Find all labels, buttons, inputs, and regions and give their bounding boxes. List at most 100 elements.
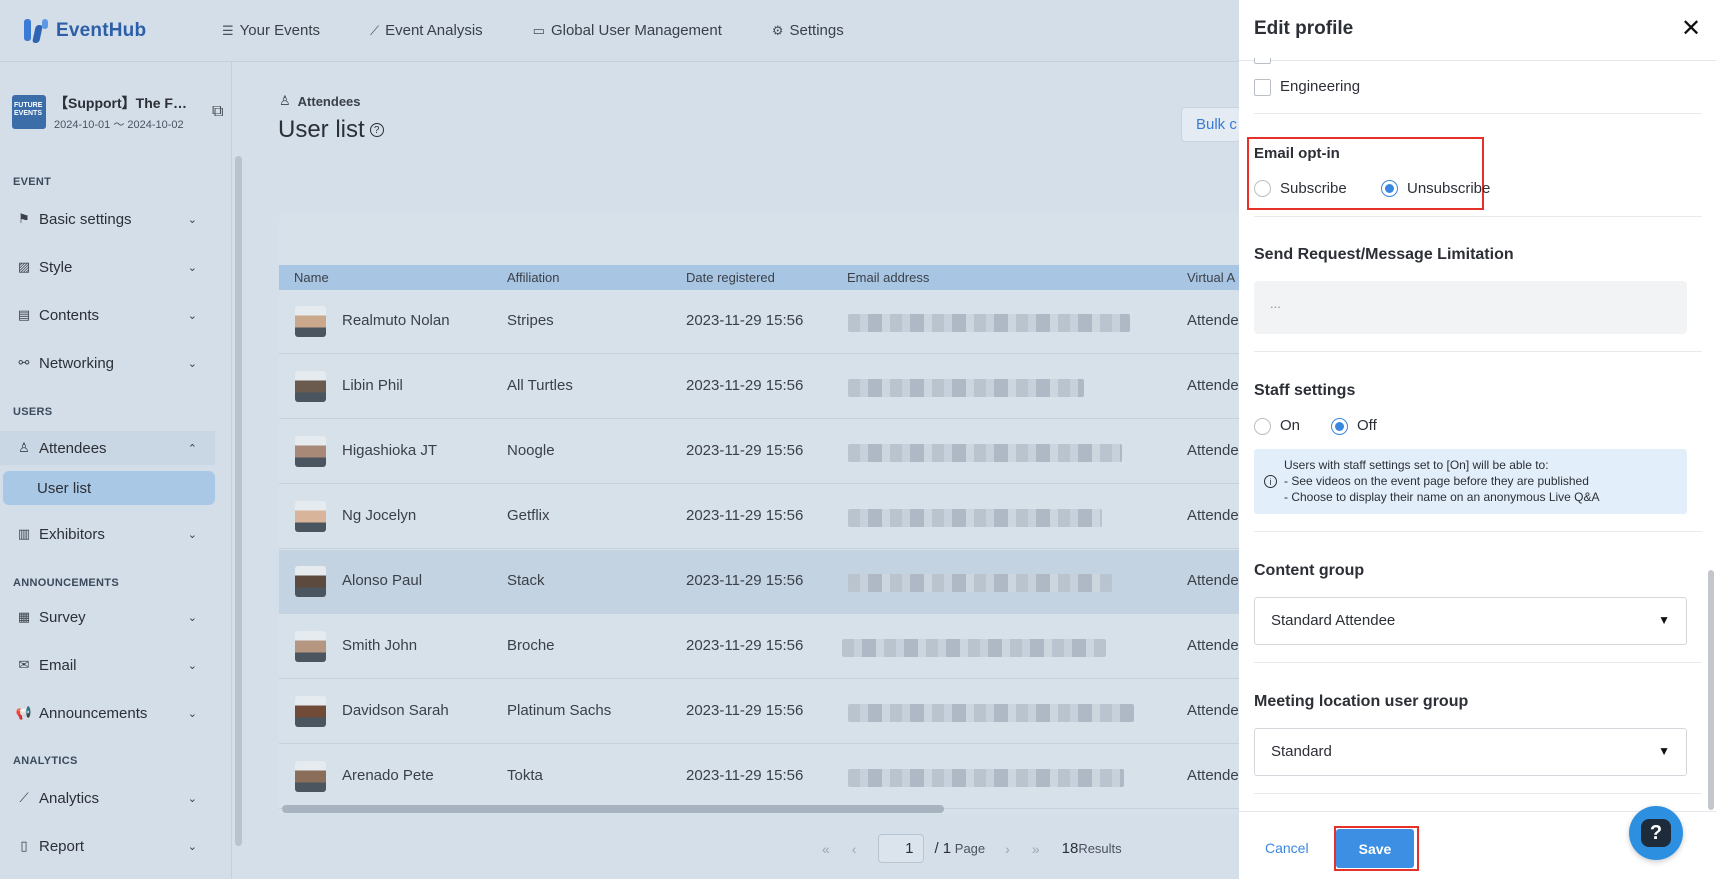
- column-header[interactable]: Email address: [847, 270, 929, 285]
- sidebar-scrollbar[interactable]: [235, 156, 242, 846]
- cell-date: 2023-11-29 15:56: [686, 442, 804, 459]
- external-link-icon[interactable]: ⧉: [212, 103, 223, 121]
- cell-email-redacted: [842, 639, 1106, 657]
- table-row[interactable]: Ng Jocelyn Getflix 2023-11-29 15:56 Attende: [279, 485, 1239, 549]
- cell-name: Arenado Pete: [342, 767, 434, 784]
- caret-down-icon: ▼: [1658, 744, 1670, 758]
- cell-affiliation: Noogle: [507, 442, 555, 459]
- sidebar-item-label: Contents: [39, 306, 100, 324]
- sidebar-item-label: Email: [39, 656, 77, 674]
- column-header[interactable]: Date registered: [686, 270, 775, 285]
- nav-event-analysis[interactable]: ⟋ Event Analysis: [370, 22, 483, 39]
- table-row[interactable]: Arenado Pete Tokta 2023-11-29 15:56 Attende: [279, 745, 1239, 809]
- staff-on-radio[interactable]: [1254, 418, 1271, 435]
- help-icon[interactable]: ?: [369, 123, 384, 137]
- cell-date: 2023-11-29 15:56: [686, 637, 804, 654]
- chevron-down-icon: ⌄: [187, 528, 197, 541]
- group-checkbox-partial[interactable]: [1254, 58, 1271, 64]
- cell-name: Alonso Paul: [342, 572, 423, 589]
- engineering-label: Engineering: [1280, 78, 1361, 95]
- cell-date: 2023-11-29 15:56: [686, 507, 804, 524]
- staff-info-box: i Users with staff settings set to [On] …: [1254, 449, 1687, 514]
- avatar: [295, 696, 326, 727]
- staff-off-radio[interactable]: [1331, 418, 1348, 435]
- sidebar-item-label: Style: [39, 258, 73, 276]
- sidebar-item-survey[interactable]: ▦ Survey ⌄: [0, 600, 215, 634]
- nav-settings[interactable]: ⚙ Settings: [772, 22, 844, 39]
- sidebar-item-label: User list: [37, 479, 92, 497]
- engineering-checkbox[interactable]: [1254, 79, 1271, 96]
- subscribe-radio[interactable]: [1254, 180, 1271, 197]
- sidebar-item-attendees[interactable]: ♙ Attendees ⌃: [0, 431, 215, 465]
- meeting-group-select[interactable]: Standard ▼: [1254, 728, 1687, 776]
- eventhub-logo[interactable]: EventHub: [22, 17, 222, 45]
- info-line: - See videos on the event page before th…: [1284, 474, 1589, 488]
- bulk-button[interactable]: Bulk c: [1181, 107, 1241, 142]
- cell-type: Attende: [1187, 312, 1239, 329]
- divider: [1254, 351, 1702, 352]
- next-page-icon[interactable]: ›: [1005, 841, 1010, 857]
- pagination: « ‹ 1 / 1 Page › » 18 Results: [822, 834, 1122, 863]
- cell-date: 2023-11-29 15:56: [686, 767, 804, 784]
- first-page-icon[interactable]: «: [822, 841, 830, 857]
- unsubscribe-radio[interactable]: [1381, 180, 1398, 197]
- gear-icon: ⚙: [771, 22, 784, 38]
- content-group-select[interactable]: Standard Attendee ▼: [1254, 597, 1687, 645]
- event-title: 【Support】The F…: [54, 94, 187, 111]
- page-input[interactable]: 1: [878, 834, 925, 863]
- nav-your-events[interactable]: ☰ Your Events: [222, 22, 320, 39]
- chevron-down-icon: ⌄: [187, 611, 197, 624]
- close-icon[interactable]: ✕: [1681, 14, 1701, 43]
- cancel-button[interactable]: Cancel: [1265, 840, 1309, 856]
- cell-email-redacted: [848, 704, 1134, 722]
- table-horizontal-scrollbar[interactable]: [282, 805, 944, 813]
- save-button[interactable]: Save: [1336, 829, 1414, 868]
- cell-name: Realmuto Nolan: [342, 312, 450, 329]
- sidebar-item-analytics[interactable]: ⟋ Analytics ⌄: [0, 781, 215, 815]
- divider: [1254, 113, 1702, 114]
- sidebar-item-user-list[interactable]: User list: [3, 471, 215, 505]
- divider: [1254, 793, 1702, 794]
- sidebar-item-announcements[interactable]: 📢 Announcements ⌄: [0, 696, 215, 730]
- panel-scrollbar[interactable]: [1708, 570, 1714, 810]
- event-card[interactable]: FUTURE EVENTS 【Support】The F… 2024-10-01…: [12, 92, 227, 132]
- table-row[interactable]: Libin Phil All Turtles 2023-11-29 15:56 Att…: [279, 355, 1239, 419]
- nav-global-user-management[interactable]: ▭ Global User Management: [533, 22, 722, 39]
- logo-text: EventHub: [56, 19, 147, 41]
- staff-off-label[interactable]: Off: [1357, 417, 1377, 434]
- table-row[interactable]: Davidson Sarah Platinum Sachs 2023-11-29 1…: [279, 680, 1239, 744]
- table-row[interactable]: Higashioka JT Noogle 2023-11-29 15:56 Atten…: [279, 420, 1239, 484]
- flag-icon: ⚑: [18, 211, 30, 226]
- info-icon: i: [1264, 475, 1277, 488]
- sidebar-item-contents[interactable]: ▤ Contents ⌄: [0, 298, 215, 332]
- last-page-icon[interactable]: »: [1032, 841, 1040, 857]
- column-header[interactable]: Virtual A: [1187, 270, 1235, 285]
- event-dates: 2024-10-01 〜 2024-10-02: [54, 118, 184, 131]
- meeting-group-label: Meeting location user group: [1254, 693, 1469, 710]
- staff-on-label[interactable]: On: [1280, 417, 1300, 434]
- cell-name: Higashioka JT: [342, 442, 438, 459]
- column-header[interactable]: Affiliation: [507, 270, 560, 285]
- prev-page-icon[interactable]: ‹: [852, 841, 857, 857]
- table-row[interactable]: Realmuto Nolan Stripes 2023-11-29 15:56 Att…: [279, 290, 1239, 354]
- sidebar-item-report[interactable]: ▯ Report ⌄: [0, 829, 215, 863]
- sidebar-item-networking[interactable]: ⚯ Networking ⌄: [0, 346, 215, 380]
- sidebar-item-label: Announcements: [39, 704, 148, 722]
- cell-type: Attende: [1187, 572, 1239, 589]
- sidebar-item-basic-settings[interactable]: ⚑ Basic settings ⌄: [0, 202, 215, 236]
- help-chat-button[interactable]: ?: [1629, 806, 1683, 860]
- document-icon: ▯: [20, 838, 28, 853]
- table-row[interactable]: Alonso Paul Stack 2023-11-29 15:56 Attende: [279, 550, 1239, 614]
- results-word: Results: [1078, 841, 1122, 856]
- limitation-field[interactable]: ...: [1254, 281, 1687, 334]
- sidebar-item-style[interactable]: ▨ Style ⌄: [0, 250, 215, 284]
- column-header[interactable]: Name: [294, 270, 329, 285]
- sidebar-item-label: Analytics: [39, 789, 100, 807]
- unsubscribe-label[interactable]: Unsubscribe: [1407, 180, 1490, 197]
- subscribe-label[interactable]: Subscribe: [1280, 180, 1347, 197]
- sidebar-item-email[interactable]: ✉ Email ⌄: [0, 648, 215, 682]
- limitation-label: Send Request/Message Limitation: [1254, 246, 1514, 263]
- sidebar-item-exhibitors[interactable]: ▥ Exhibitors ⌄: [0, 517, 215, 551]
- table-row[interactable]: Smith John Broche 2023-11-29 15:56 Attende: [279, 615, 1239, 679]
- sidebar-item-label: Exhibitors: [39, 525, 105, 543]
